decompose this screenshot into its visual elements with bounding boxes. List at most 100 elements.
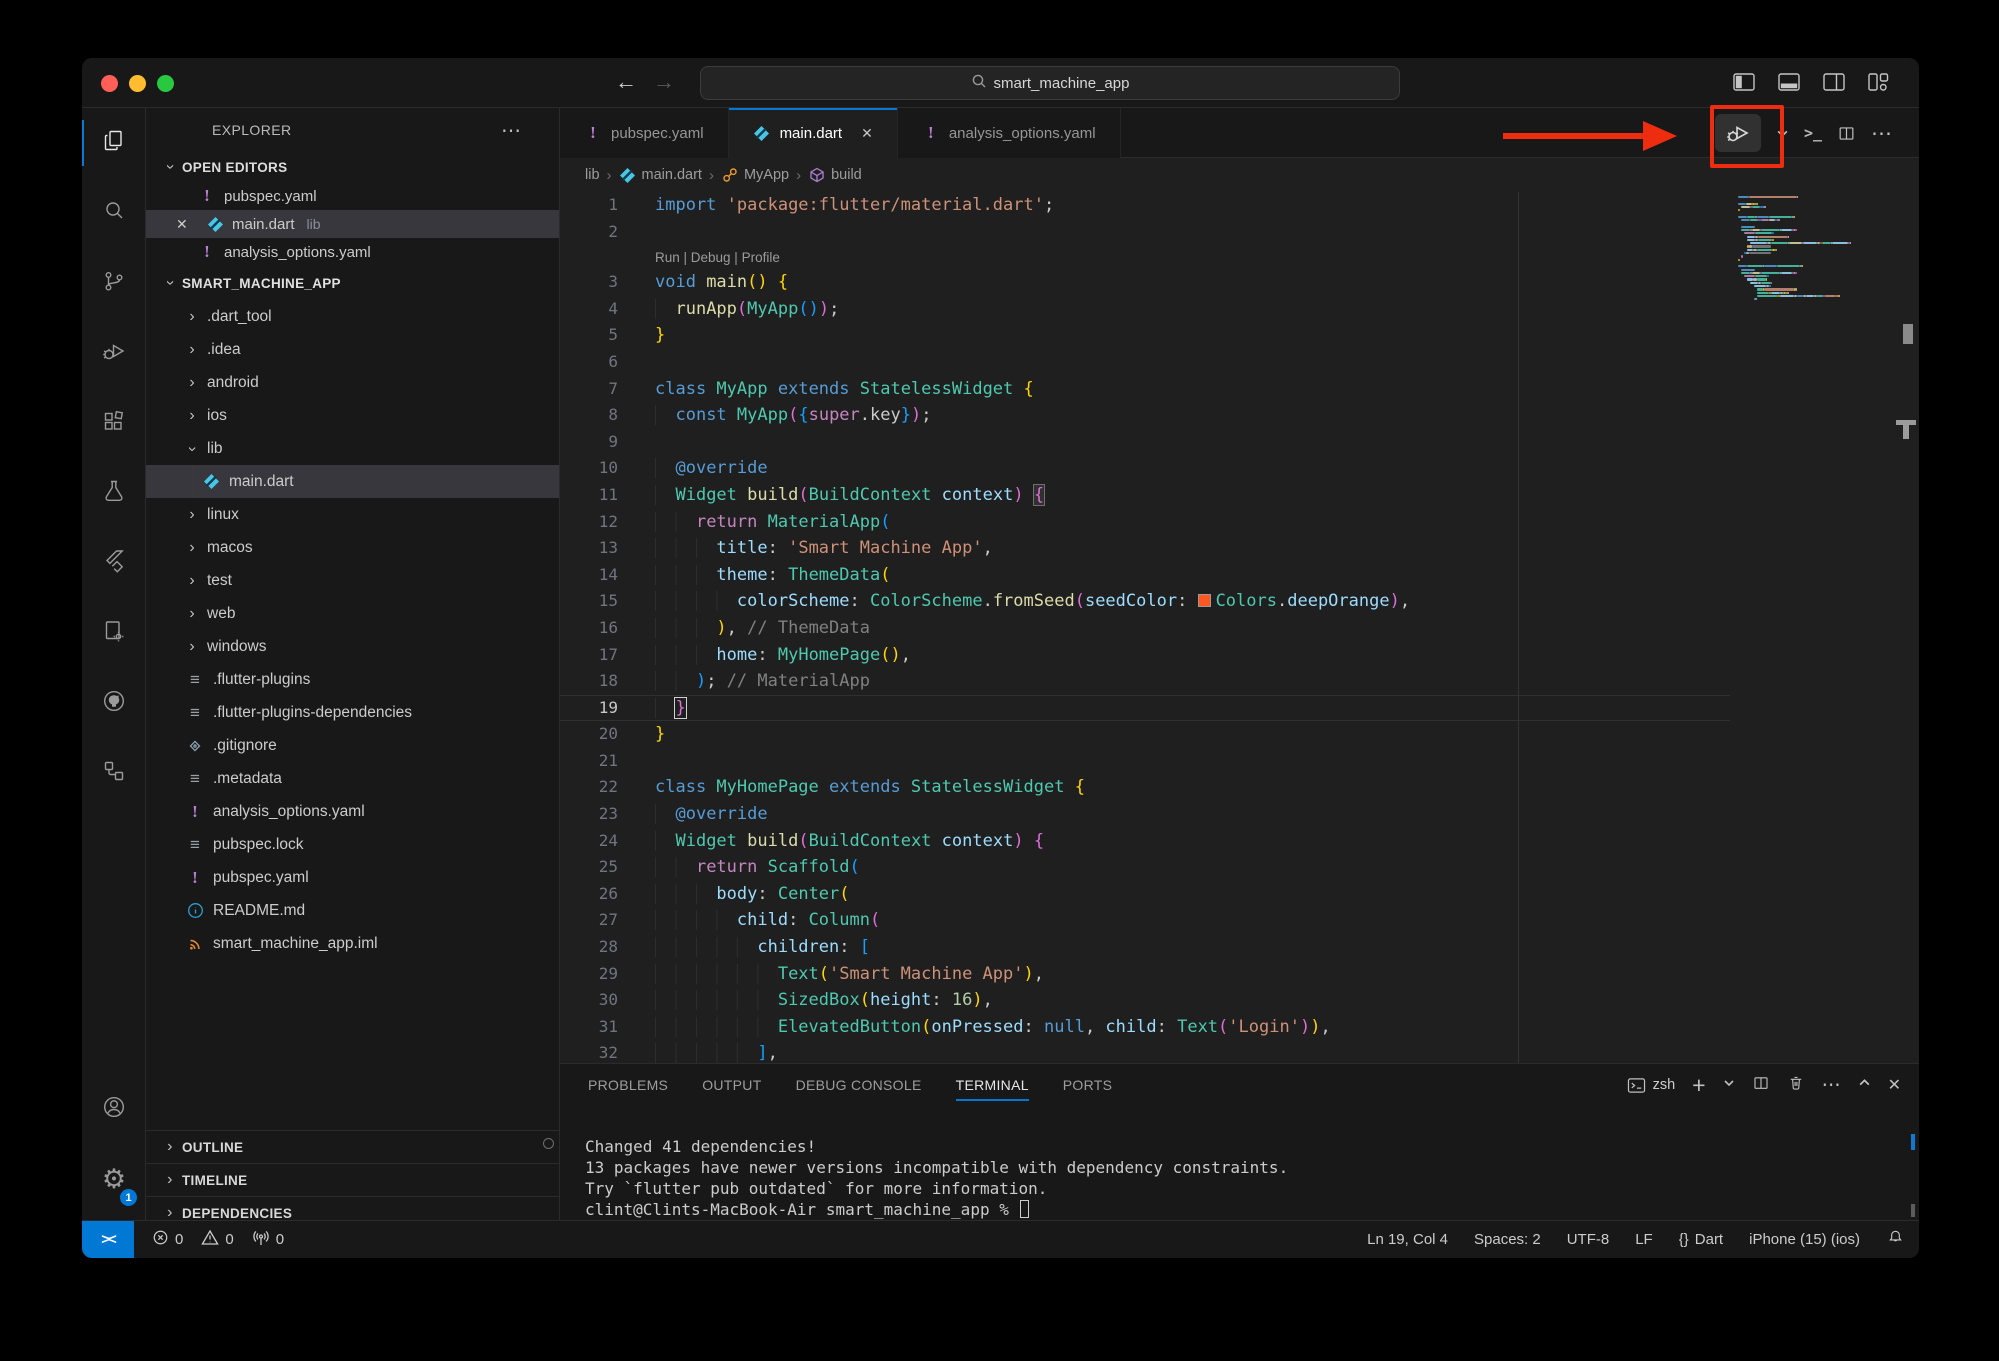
activity-item-github[interactable] [82,668,146,738]
toggle-secondary-sidebar-icon[interactable] [1822,70,1846,94]
activity-item-flutter[interactable] [82,528,146,598]
tree-item-main.dart[interactable]: main.dart [146,465,559,498]
panel-tab-problems[interactable]: PROBLEMS [588,1064,668,1106]
terminal-prompt[interactable]: clint@Clints-MacBook-Air smart_machine_a… [585,1199,1288,1220]
close-icon[interactable]: ✕ [176,216,198,233]
activity-item-accounts[interactable] [82,1074,146,1144]
tree-item-.metadata[interactable]: ≡.metadata [146,762,559,795]
activity-item-source-control[interactable] [82,248,146,318]
status-item-bell[interactable] [1886,1228,1905,1251]
code-line-2[interactable]: 2 [560,219,1730,246]
code-line-4[interactable]: 4 runApp(MyApp()); [560,296,1730,323]
terminal-dropdown-chevron-icon[interactable] [1723,1076,1735,1094]
tree-item-android[interactable]: ›android [146,366,559,399]
activity-item-explorer[interactable] [82,108,146,178]
code-line-23[interactable]: 23 @override [560,801,1730,828]
open-editor-pubspec.yaml[interactable]: !pubspec.yaml [146,182,559,210]
activity-item-project[interactable] [82,598,146,668]
code-line-1[interactable]: 1import 'package:flutter/material.dart'; [560,192,1730,219]
tree-item-macos[interactable]: ›macos [146,531,559,564]
zoom-window-button[interactable] [157,75,174,92]
code-line-7[interactable]: 7class MyApp extends StatelessWidget { [560,376,1730,403]
command-center-search[interactable]: smart_machine_app [700,66,1400,100]
breadcrumb-item-lib[interactable]: lib [585,167,600,183]
open-editor-analysis_options.yaml[interactable]: !analysis_options.yaml [146,238,559,266]
tree-item-linux[interactable]: ›linux [146,498,559,531]
minimap[interactable] [1738,196,1904,302]
tree-item-test[interactable]: ›test [146,564,559,597]
code-line-18[interactable]: 18 ); // MaterialApp [560,668,1730,695]
tree-item-windows[interactable]: ›windows [146,630,559,663]
tree-item-.gitignore[interactable]: .gitignore [146,729,559,762]
tree-item-.flutter-plugins[interactable]: ≡.flutter-plugins [146,663,559,696]
open-editors-section-header[interactable]: › OPEN EDITORS [146,152,559,182]
section-outline[interactable]: ›OUTLINE [146,1130,559,1163]
activity-item-testing[interactable] [82,458,146,528]
breadcrumb-item-MyApp[interactable]: MyApp [721,167,789,183]
panel-tab-terminal[interactable]: TERMINAL [956,1064,1029,1106]
split-terminal-icon[interactable] [1752,1074,1770,1097]
tab-pubspec.yaml[interactable]: !pubspec.yaml [560,108,729,158]
navigate-forward-icon[interactable]: → [653,69,675,95]
tab-analysis_options.yaml[interactable]: !analysis_options.yaml [898,108,1121,158]
code-line-19[interactable]: 19 } [560,695,1730,722]
tree-item-.idea[interactable]: ›.idea [146,333,559,366]
toggle-sidebar-icon[interactable] [1732,70,1756,94]
code-line-17[interactable]: 17 home: MyHomePage(), [560,642,1730,669]
panel-tab-output[interactable]: OUTPUT [702,1064,761,1106]
code-line-9[interactable]: 9 [560,429,1730,456]
maximize-panel-chevron-icon[interactable] [1858,1076,1871,1094]
panel-more-actions-icon[interactable]: ⋯ [1822,1074,1841,1097]
problems-status[interactable]: 0 0 [152,1229,234,1250]
tree-item-README.md[interactable]: README.md [146,894,559,927]
code-line-22[interactable]: 22class MyHomePage extends StatelessWidg… [560,774,1730,801]
tree-item-web[interactable]: ›web [146,597,559,630]
code-line-8[interactable]: 8 const MyApp({super.key}); [560,402,1730,429]
code-line-20[interactable]: 20} [560,721,1730,748]
terminal-shell-item[interactable]: zsh [1627,1077,1676,1094]
new-terminal-icon[interactable]: + [1692,1072,1705,1099]
activity-item-extensions[interactable] [82,388,146,458]
tree-item-lib[interactable]: ›lib [146,432,559,465]
panel-tab-ports[interactable]: PORTS [1063,1064,1112,1106]
code-line-29[interactable]: 29 Text('Smart Machine App'), [560,961,1730,988]
panel-tab-debug-console[interactable]: DEBUG CONSOLE [796,1064,922,1106]
code-line-24[interactable]: 24 Widget build(BuildContext context) { [560,828,1730,855]
status-item-utf-8[interactable]: UTF-8 [1567,1231,1610,1248]
tree-item-pubspec.lock[interactable]: ≡pubspec.lock [146,828,559,861]
tree-item-ios[interactable]: ›ios [146,399,559,432]
code-line-13[interactable]: 13 title: 'Smart Machine App', [560,535,1730,562]
status-item-lf[interactable]: LF [1635,1231,1653,1248]
status-item-spaces-2[interactable]: Spaces: 2 [1474,1231,1541,1248]
section-dependencies[interactable]: ›DEPENDENCIES [146,1196,559,1220]
code-line-11[interactable]: 11 Widget build(BuildContext context) { [560,482,1730,509]
code-line-30[interactable]: 30 SizedBox(height: 16), [560,987,1730,1014]
customize-layout-icon[interactable] [1867,70,1891,94]
code-line-3[interactable]: 3void main() { [560,269,1730,296]
close-panel-icon[interactable]: ✕ [1888,1075,1901,1095]
code-line-15[interactable]: 15 colorScheme: ColorScheme.fromSeed(see… [560,588,1730,615]
code-line-21[interactable]: 21 [560,748,1730,775]
codelens-run-debug-profile[interactable]: Run | Debug | Profile [560,245,1730,269]
open-terminal-icon[interactable]: >_ [1804,124,1822,142]
explorer-more-actions-icon[interactable]: ⋯ [501,118,521,143]
code-line-16[interactable]: 16 ), // ThemeData [560,615,1730,642]
minimize-window-button[interactable] [129,75,146,92]
editor-more-actions-icon[interactable]: ⋯ [1871,121,1893,146]
tree-item-smart_machine_app.iml[interactable]: smart_machine_app.iml [146,927,559,960]
terminal-output[interactable]: Changed 41 dependencies!13 packages have… [585,1136,1288,1220]
code-line-12[interactable]: 12 return MaterialApp( [560,509,1730,536]
code-line-27[interactable]: 27 child: Column( [560,907,1730,934]
remote-indicator[interactable]: >< [82,1221,134,1259]
code-line-14[interactable]: 14 theme: ThemeData( [560,562,1730,589]
code-line-25[interactable]: 25 return Scaffold( [560,854,1730,881]
open-editor-main.dart[interactable]: ✕main.dartlib [146,210,559,238]
activity-item-references[interactable] [82,738,146,808]
code-line-31[interactable]: 31 ElevatedButton(onPressed: null, child… [560,1014,1730,1041]
section-timeline[interactable]: ›TIMELINE [146,1163,559,1196]
status-item-iphone-15-ios-[interactable]: iPhone (15) (ios) [1749,1231,1860,1248]
code-line-28[interactable]: 28 children: [ [560,934,1730,961]
tree-item-analysis_options.yaml[interactable]: !analysis_options.yaml [146,795,559,828]
split-editor-icon[interactable] [1837,124,1856,143]
code-line-10[interactable]: 10 @override [560,455,1730,482]
